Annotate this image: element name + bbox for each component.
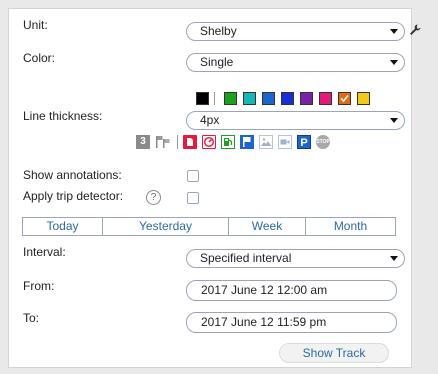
color-swatch[interactable] bbox=[196, 92, 209, 105]
stop-icon[interactable]: STOP bbox=[316, 135, 330, 149]
color-swatch[interactable] bbox=[300, 92, 313, 105]
flag-icon[interactable] bbox=[240, 135, 254, 149]
apply-trip-detector-checkbox[interactable] bbox=[187, 192, 199, 204]
week-button[interactable]: Week bbox=[229, 218, 306, 235]
color-select[interactable]: Single bbox=[186, 53, 405, 72]
parking-icon[interactable]: P bbox=[297, 135, 311, 149]
to-datetime-value: 2017 June 12 11:59 pm bbox=[201, 315, 327, 329]
interval-select-value: Specified interval bbox=[200, 251, 292, 265]
show-track-button[interactable]: Show Track bbox=[279, 343, 389, 363]
line-thickness-label: Line thickness: bbox=[23, 109, 103, 123]
help-icon[interactable]: ? bbox=[146, 190, 161, 205]
chevron-down-icon bbox=[390, 118, 398, 123]
swatch-divider bbox=[214, 92, 215, 105]
month-button[interactable]: Month bbox=[306, 218, 395, 235]
unit-label: Unit: bbox=[23, 18, 48, 32]
toolbar-divider bbox=[177, 135, 178, 149]
yesterday-button[interactable]: Yesterday bbox=[103, 218, 229, 235]
apply-trip-detector-label: Apply trip detector: bbox=[23, 189, 124, 203]
fuel-icon[interactable] bbox=[221, 135, 235, 149]
from-datetime-value: 2017 June 12 12:00 am bbox=[201, 283, 328, 297]
color-swatch[interactable] bbox=[357, 92, 370, 105]
image-icon[interactable] bbox=[259, 135, 273, 149]
color-swatch[interactable] bbox=[281, 92, 294, 105]
color-label: Color: bbox=[23, 51, 56, 65]
chevron-down-icon bbox=[390, 29, 398, 34]
flags-icon[interactable] bbox=[155, 135, 170, 149]
video-icon[interactable] bbox=[278, 135, 292, 149]
show-annotations-label: Show annotations: bbox=[23, 168, 122, 182]
document-icon[interactable] bbox=[183, 135, 197, 149]
gauge-icon[interactable] bbox=[202, 135, 216, 149]
show-annotations-checkbox[interactable] bbox=[187, 170, 199, 182]
color-swatch[interactable] bbox=[262, 92, 275, 105]
chevron-down-icon bbox=[390, 256, 398, 261]
help-glyph: ? bbox=[150, 192, 157, 203]
unit-select[interactable]: Shelby bbox=[186, 22, 405, 41]
from-datetime-field[interactable]: 2017 June 12 12:00 am bbox=[186, 280, 397, 301]
from-label: From: bbox=[23, 279, 55, 293]
interval-label: Interval: bbox=[23, 245, 66, 259]
color-swatch[interactable] bbox=[338, 92, 351, 105]
today-button[interactable]: Today bbox=[23, 218, 103, 235]
chevron-down-icon bbox=[390, 60, 398, 65]
line-thickness-select-value: 4px bbox=[200, 113, 220, 127]
unit-select-value: Shelby bbox=[200, 24, 237, 38]
wrench-icon[interactable] bbox=[408, 23, 422, 37]
track-settings-panel: Unit: Shelby Color: Single Line thicknes… bbox=[8, 8, 421, 368]
color-swatch[interactable] bbox=[224, 92, 237, 105]
color-select-value: Single bbox=[200, 55, 234, 69]
to-datetime-field[interactable]: 2017 June 12 11:59 pm bbox=[186, 312, 397, 333]
color-swatch[interactable] bbox=[319, 92, 332, 105]
number-badge-icon[interactable]: 3 bbox=[136, 135, 150, 149]
check-icon bbox=[340, 94, 349, 103]
interval-select[interactable]: Specified interval bbox=[186, 249, 405, 268]
line-thickness-select[interactable]: 4px bbox=[186, 111, 405, 130]
to-label: To: bbox=[23, 311, 40, 325]
period-segmented-control: Today Yesterday Week Month bbox=[22, 217, 396, 236]
color-swatch[interactable] bbox=[243, 92, 256, 105]
